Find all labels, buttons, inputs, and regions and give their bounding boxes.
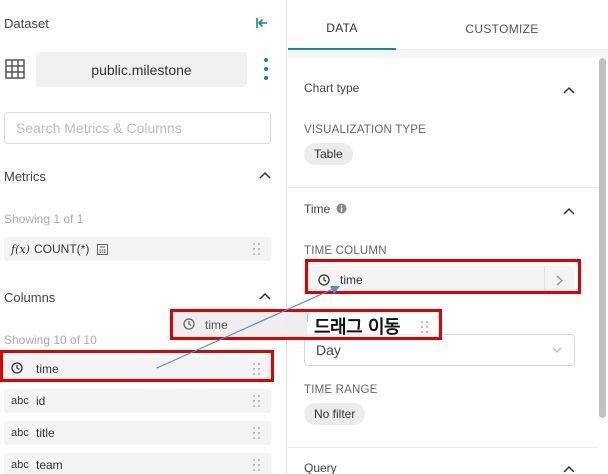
control-panel: DATA CUSTOMIZE Chart type VISUALIZATION … xyxy=(288,0,608,474)
chevron-up-icon[interactable] xyxy=(259,292,271,300)
time-section-label: Time xyxy=(304,202,331,216)
columns-count: Showing 10 of 10 xyxy=(4,333,97,347)
time-column-label: TIME COLUMN xyxy=(304,245,387,257)
tab-data[interactable]: DATA xyxy=(288,8,396,50)
table-grid-icon xyxy=(5,59,25,79)
column-item-title[interactable]: abc title xyxy=(4,421,271,445)
drag-annotation: 드래그 이동 xyxy=(314,317,401,338)
columns-section-title[interactable]: Columns xyxy=(4,290,55,305)
clock-icon xyxy=(173,316,195,333)
scrollbar[interactable] xyxy=(599,58,606,418)
dataset-label: Dataset xyxy=(4,16,49,31)
drag-ghost: time xyxy=(170,309,442,340)
metric-name: COUNT(*) xyxy=(34,242,90,256)
column-name: id xyxy=(36,394,46,408)
target-highlight-box xyxy=(305,259,581,294)
metrics-section-title[interactable]: Metrics xyxy=(4,169,46,184)
time-range-pill[interactable]: No filter xyxy=(304,403,366,425)
chevron-up-icon[interactable] xyxy=(259,171,271,179)
search-input[interactable]: Search Metrics & Columns xyxy=(4,112,271,144)
string-type-icon: abc xyxy=(11,395,29,407)
calculator-icon xyxy=(97,243,109,255)
section-divider xyxy=(288,447,598,448)
drag-handle-icon[interactable] xyxy=(253,459,261,471)
string-type-icon: abc xyxy=(11,459,29,471)
drag-handle-icon[interactable] xyxy=(253,395,261,407)
column-item-team[interactable]: abc team xyxy=(4,453,271,474)
tab-customize[interactable]: CUSTOMIZE xyxy=(396,8,608,50)
viz-type-pill[interactable]: Table xyxy=(304,143,353,165)
chevron-up-icon[interactable] xyxy=(563,86,575,94)
column-name: team xyxy=(36,458,63,472)
viz-type-label: VISUALIZATION TYPE xyxy=(304,124,427,136)
metric-item[interactable]: f(x) COUNT(*) xyxy=(4,237,271,261)
drag-handle-icon[interactable] xyxy=(253,243,261,255)
tab-bar: DATA CUSTOMIZE xyxy=(288,8,608,50)
drag-ghost-label: time xyxy=(205,317,228,332)
dataset-name-pill[interactable]: public.milestone xyxy=(36,52,247,87)
time-range-label: TIME RANGE xyxy=(304,384,378,396)
more-options-icon[interactable] xyxy=(261,58,271,80)
function-icon: f(x) xyxy=(11,242,30,256)
section-divider xyxy=(288,187,598,188)
datasource-panel: Dataset public.milestone Search Metrics … xyxy=(0,0,287,474)
query-section-title[interactable]: Query xyxy=(304,461,337,474)
chevron-up-icon[interactable] xyxy=(563,465,575,473)
chevron-up-icon[interactable] xyxy=(563,207,575,215)
chevron-down-icon xyxy=(552,347,562,353)
time-grain-value: Day xyxy=(316,342,341,358)
drag-handle-icon[interactable] xyxy=(253,427,261,439)
source-highlight-box xyxy=(0,350,274,382)
info-icon[interactable] xyxy=(336,203,347,214)
metrics-count: Showing 1 of 1 xyxy=(4,212,84,226)
collapse-panel-icon[interactable] xyxy=(255,16,271,32)
chart-type-section-title[interactable]: Chart type xyxy=(304,81,359,95)
column-item-id[interactable]: abc id xyxy=(4,389,271,413)
panel-separator xyxy=(288,50,608,58)
time-section-title[interactable]: Time xyxy=(304,202,347,216)
drag-handle-icon xyxy=(421,321,429,333)
column-name: title xyxy=(36,426,55,440)
string-type-icon: abc xyxy=(11,427,29,439)
